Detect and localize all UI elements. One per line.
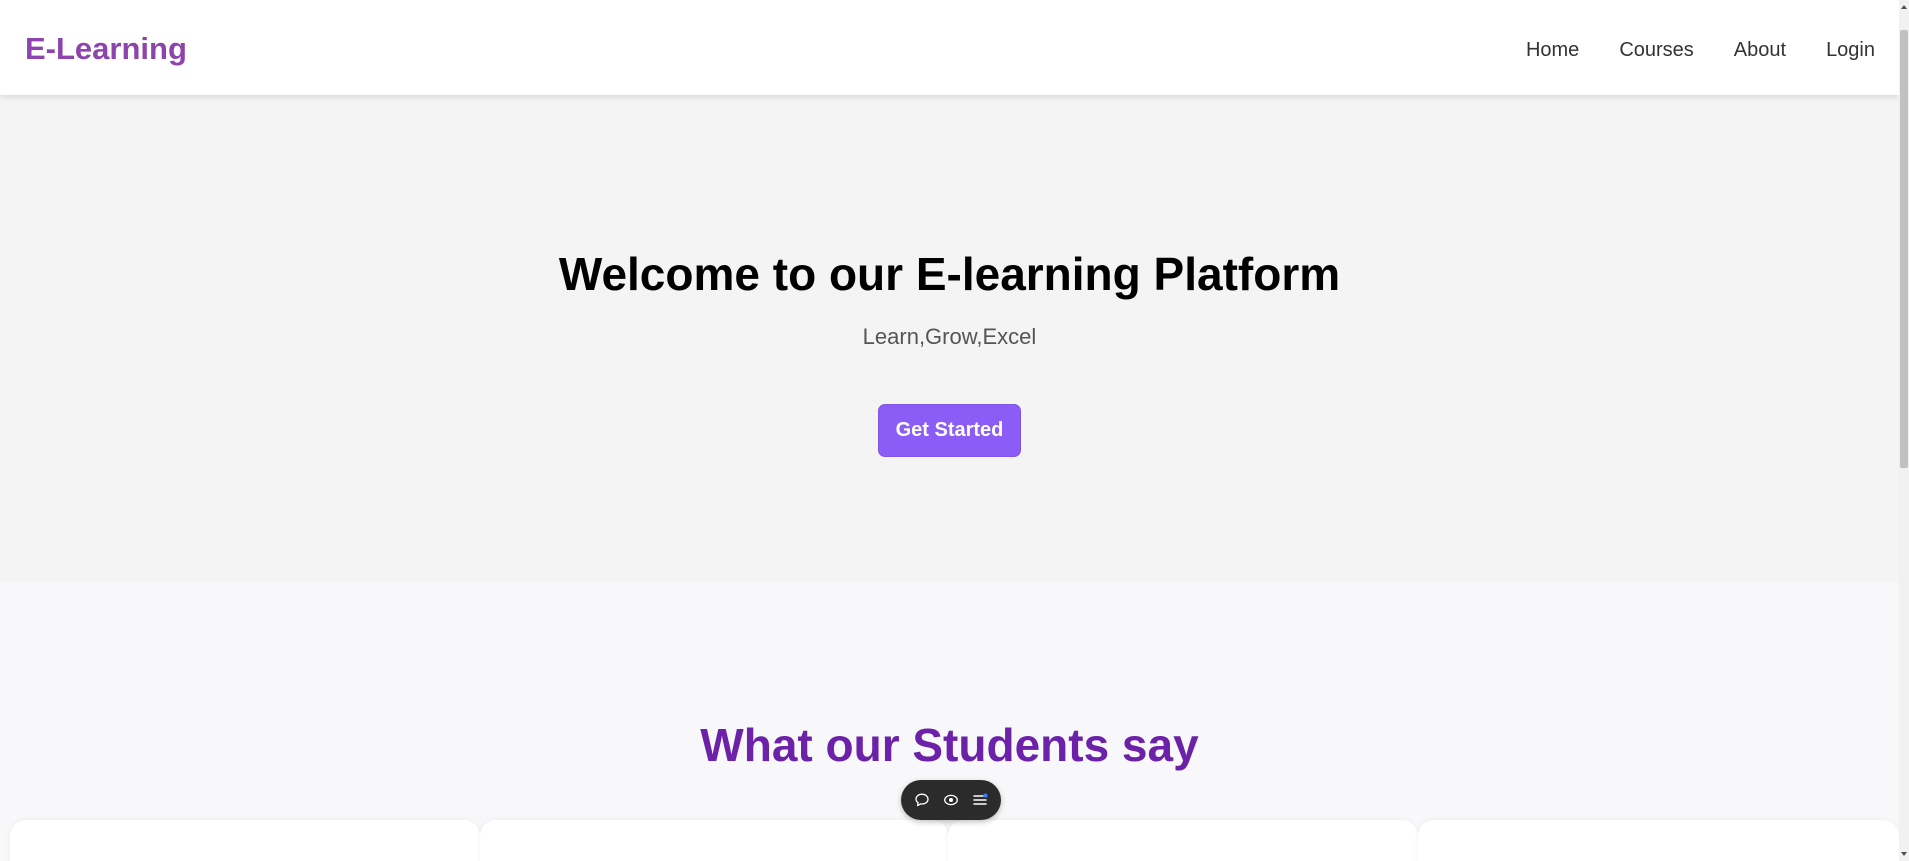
nav-link-courses[interactable]: Courses <box>1619 40 1693 60</box>
get-started-button[interactable]: Get Started <box>878 404 1021 457</box>
nav-link-about[interactable]: About <box>1734 40 1786 60</box>
testimonials-title: What our Students say <box>700 719 1199 771</box>
viewport: E-Learning Home Courses About Login Welc… <box>0 0 1899 861</box>
scroll-up-arrow-icon[interactable] <box>1899 0 1909 14</box>
hero-section: Welcome to our E-learning Platform Learn… <box>0 95 1899 582</box>
testimonial-cards <box>0 820 1899 861</box>
nav-links: Home Courses About Login <box>1486 40 1875 60</box>
page: E-Learning Home Courses About Login Welc… <box>0 0 1909 861</box>
vertical-scrollbar[interactable] <box>1899 0 1909 861</box>
hero-subtitle: Learn,Grow,Excel <box>862 324 1037 349</box>
eye-icon[interactable] <box>942 791 960 809</box>
hero-title: Welcome to our E-learning Platform <box>558 248 1341 300</box>
scrollbar-thumb[interactable] <box>1900 30 1908 468</box>
testimonial-card <box>10 820 480 861</box>
chat-bubble-icon[interactable] <box>913 791 931 809</box>
nav-link-login[interactable]: Login <box>1826 40 1875 60</box>
brand-logo[interactable]: E-Learning <box>25 33 187 64</box>
scroll-down-arrow-icon[interactable] <box>1899 847 1909 861</box>
testimonial-card <box>1418 820 1899 861</box>
testimonial-card <box>480 820 948 861</box>
navbar: E-Learning Home Courses About Login <box>0 0 1899 95</box>
floating-toolbar <box>901 780 1001 820</box>
testimonial-card <box>948 820 1418 861</box>
menu-list-icon[interactable] <box>971 791 989 809</box>
nav-link-home[interactable]: Home <box>1526 40 1579 60</box>
